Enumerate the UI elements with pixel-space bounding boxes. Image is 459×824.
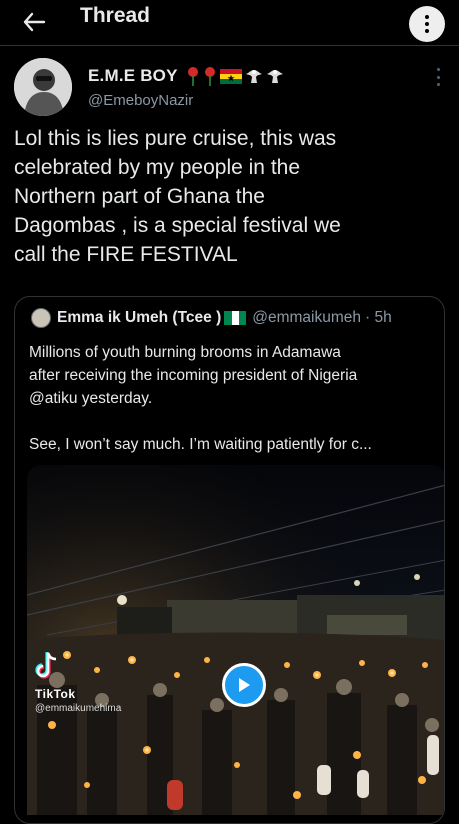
quoted-tweet-header: Emma ik Umeh (Tcee ) @emmaikumeh · 5h (57, 309, 392, 327)
back-button[interactable] (14, 2, 54, 42)
more-dot-icon (425, 15, 429, 19)
play-icon (239, 678, 250, 692)
author-avatar-image (14, 58, 72, 116)
quoted-video[interactable]: TikTok @emmaikumehima (27, 465, 444, 815)
overflow-dot-icon (436, 83, 440, 86)
overflow-dot-icon (436, 68, 440, 71)
quoted-tweet[interactable]: Emma ik Umeh (Tcee ) @emmaikumeh · 5h Mi… (14, 296, 445, 824)
eagle-emoji (246, 70, 262, 83)
video-thumbnail (27, 465, 444, 815)
tiktok-logo-icon (35, 651, 59, 686)
quoted-author-handle: @emmaikumeh (252, 309, 362, 326)
tweet-text: Lol this is lies pure cruise, this was c… (14, 127, 341, 266)
tiktok-username: @emmaikumehima (35, 703, 122, 714)
rose-emoji (188, 67, 198, 86)
author-handle[interactable]: @EmeboyNazir (88, 92, 193, 109)
back-arrow-icon (23, 12, 46, 32)
author-emoji-row (186, 66, 284, 86)
rose-emoji (205, 67, 215, 86)
author-name[interactable]: E.M.E BOY (88, 66, 178, 86)
quoted-tweet-text: Millions of youth burning brooms in Adam… (29, 344, 372, 453)
quoted-author-avatar (31, 308, 51, 328)
more-dot-icon (425, 29, 429, 33)
tweet-overflow-button[interactable] (435, 68, 441, 86)
author-avatar[interactable] (14, 58, 72, 116)
more-options-button[interactable] (409, 6, 445, 42)
tiktok-watermark: TikTok (35, 687, 76, 701)
thread-header: Thread (0, 0, 459, 46)
quoted-author-name: Emma ik Umeh (Tcee ) (57, 309, 222, 326)
quoted-tweet-time: · 5h (365, 309, 392, 326)
overflow-dot-icon (436, 75, 440, 79)
nigeria-flag-emoji (224, 311, 247, 325)
eagle-emoji (267, 70, 283, 83)
ghana-flag-emoji (220, 68, 242, 84)
more-dot-icon (425, 22, 429, 26)
page-title: Thread (80, 4, 151, 27)
play-button[interactable] (222, 663, 266, 707)
